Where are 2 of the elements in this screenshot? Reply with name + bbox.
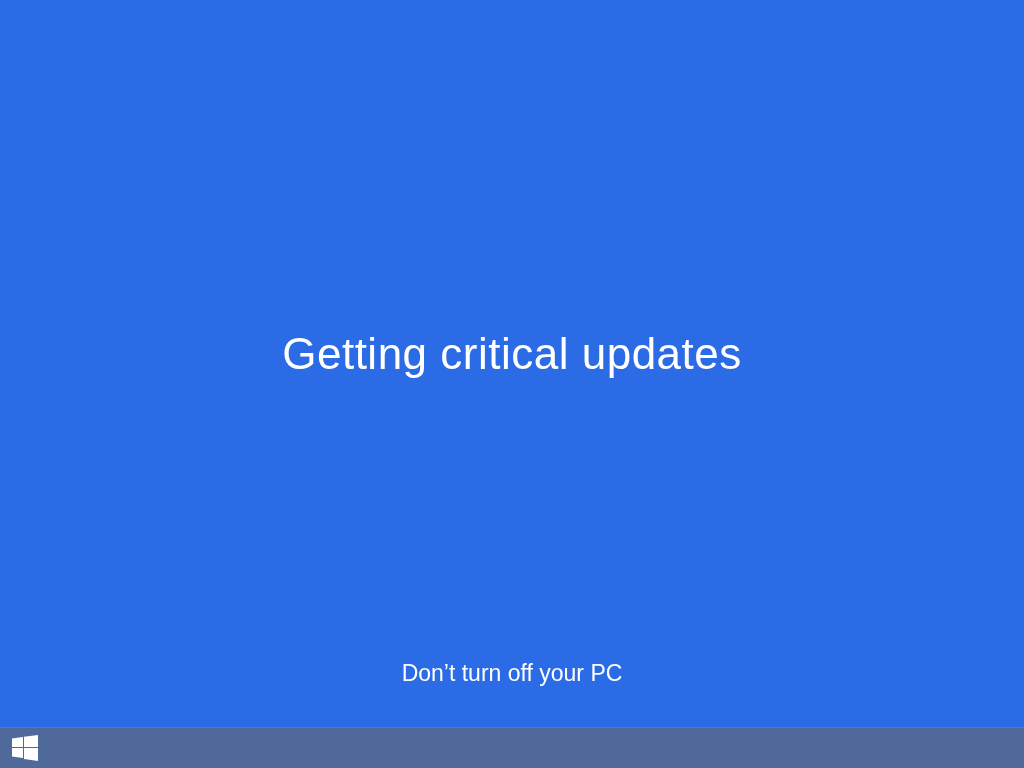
warning-text: Don’t turn off your PC [401, 660, 623, 687]
status-heading: Getting critical updates [282, 329, 742, 379]
